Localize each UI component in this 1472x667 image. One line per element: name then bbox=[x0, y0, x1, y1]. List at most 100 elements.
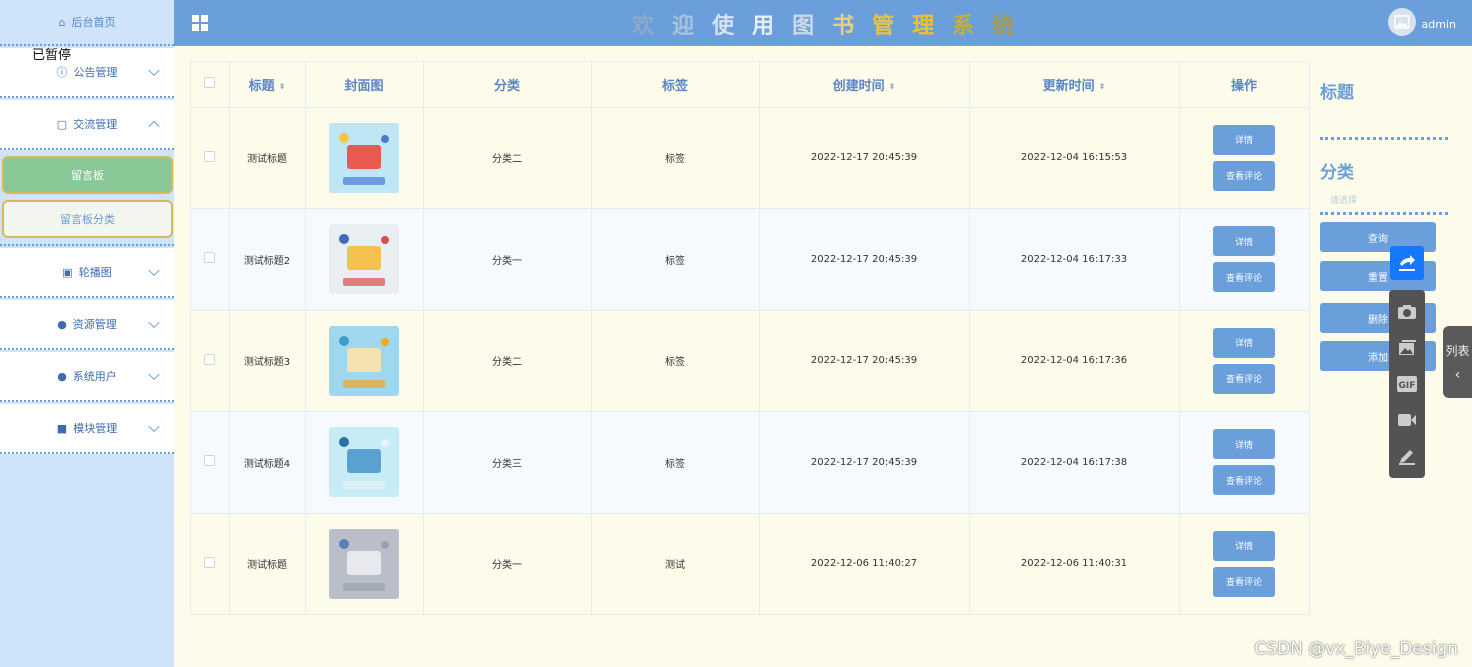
home-icon: ⌂ bbox=[58, 15, 66, 29]
chevron-down-icon bbox=[148, 264, 160, 277]
sidebar-item-label: 后台首页 bbox=[71, 16, 116, 29]
cell-updated: 2022-12-04 16:17:38 bbox=[969, 411, 1180, 514]
cell-actions: 详情 查看评论 bbox=[1179, 107, 1310, 209]
top-header: 欢迎使用图书管理系统 admin bbox=[174, 0, 1472, 46]
camera-icon[interactable] bbox=[1396, 301, 1418, 323]
chevron-left-icon: ‹ bbox=[1454, 367, 1461, 383]
row-checkbox[interactable] bbox=[191, 208, 230, 311]
title-char: 迎 bbox=[672, 14, 713, 39]
view-comments-button[interactable]: 查看评论 bbox=[1213, 262, 1275, 293]
view-comments-button[interactable]: 查看评论 bbox=[1213, 465, 1275, 496]
image-icon bbox=[1394, 15, 1410, 29]
cover-image[interactable] bbox=[329, 224, 399, 295]
detail-button[interactable]: 详情 bbox=[1213, 429, 1275, 460]
list-side-tab[interactable]: 列表 ‹ bbox=[1443, 326, 1472, 398]
table-row[interactable]: 测试标题2 分类一 标签 2022-12-17 20:45:39 2022-12-04 … bbox=[191, 208, 1310, 311]
sidebar-group-4[interactable]: ● 系统用户 bbox=[0, 352, 174, 402]
cell-category: 分类二 bbox=[423, 310, 592, 412]
cover-image[interactable] bbox=[329, 122, 399, 193]
sort-icon: ⬍ bbox=[278, 81, 286, 91]
column-header-updated[interactable]: 更新时间 ⬍ bbox=[969, 62, 1180, 108]
sidebar-group-label: 系统用户 bbox=[72, 370, 117, 383]
sidebar-group-5[interactable]: ■ 模块管理 bbox=[0, 404, 174, 454]
detail-button[interactable]: 详情 bbox=[1213, 327, 1275, 358]
gif-icon[interactable]: GIF bbox=[1396, 373, 1418, 395]
cell-actions: 详情 查看评论 bbox=[1179, 310, 1310, 412]
cell-cover bbox=[305, 411, 424, 514]
title-char: 书 bbox=[832, 14, 873, 39]
cover-image[interactable] bbox=[329, 528, 399, 599]
table-row[interactable]: 测试标题 分类一 测试 2022-12-06 11:40:27 2022-12-06 1… bbox=[191, 513, 1310, 615]
view-comments-button[interactable]: 查看评论 bbox=[1213, 363, 1275, 394]
cell-cover bbox=[305, 208, 424, 311]
menu-toggle-icon[interactable] bbox=[192, 15, 208, 31]
avatar[interactable] bbox=[1388, 8, 1416, 36]
column-header-title[interactable]: 标题 ⬍ bbox=[229, 62, 306, 108]
row-checkbox[interactable] bbox=[191, 411, 230, 514]
chevron-down-icon bbox=[148, 368, 160, 381]
message-icon: ▢ bbox=[56, 117, 68, 131]
cell-actions: 详情 查看评论 bbox=[1179, 513, 1310, 615]
paused-overlay-text: 已暂停 bbox=[32, 48, 72, 63]
share-icon[interactable] bbox=[1390, 246, 1424, 280]
sidebar-group-3[interactable]: ● 资源管理 bbox=[0, 300, 174, 350]
cover-image[interactable] bbox=[329, 427, 399, 498]
column-header-category: 分类 bbox=[423, 62, 592, 108]
column-header-created[interactable]: 创建时间 ⬍ bbox=[759, 62, 970, 108]
sidebar-subitem-0[interactable]: 留言板 bbox=[2, 156, 173, 194]
sidebar-item-home[interactable]: ⌂ 后台首页 bbox=[0, 0, 174, 46]
category-select-underline bbox=[1320, 212, 1448, 215]
cell-tag: 标签 bbox=[591, 107, 760, 209]
cell-title: 测试标题4 bbox=[229, 411, 306, 514]
table-header-row: 标题 ⬍ 封面图 分类 标签 创建时间 ⬍ 更新时间 ⬍ 操作 bbox=[191, 62, 1310, 108]
cell-tag: 标签 bbox=[591, 208, 760, 311]
view-comments-button[interactable]: 查看评论 bbox=[1213, 160, 1275, 191]
cover-image[interactable] bbox=[329, 325, 399, 396]
system-title: 欢迎使用图书管理系统 bbox=[632, 8, 1032, 40]
view-comments-button[interactable]: 查看评论 bbox=[1213, 566, 1275, 597]
watermark: CSDN @vx_Biye_Design bbox=[1254, 639, 1458, 659]
cell-actions: 详情 查看评论 bbox=[1179, 411, 1310, 514]
cell-created: 2022-12-17 20:45:39 bbox=[759, 107, 970, 209]
username[interactable]: admin bbox=[1422, 18, 1456, 31]
category-select[interactable]: 请选择 bbox=[1320, 183, 1450, 212]
cell-updated: 2022-12-04 16:17:36 bbox=[969, 310, 1180, 412]
detail-button[interactable]: 详情 bbox=[1213, 124, 1275, 155]
cell-title: 测试标题 bbox=[229, 513, 306, 615]
cell-cover bbox=[305, 513, 424, 615]
row-checkbox[interactable] bbox=[191, 107, 230, 209]
sidebar-group-2[interactable]: ▣ 轮播图 bbox=[0, 248, 174, 298]
picture-icon: ▣ bbox=[62, 265, 73, 279]
video-icon[interactable] bbox=[1396, 409, 1418, 431]
sidebar-group-label: 资源管理 bbox=[72, 318, 117, 331]
row-checkbox[interactable] bbox=[191, 310, 230, 412]
sidebar-subitem-1[interactable]: 留言板分类 bbox=[2, 200, 173, 238]
cell-title: 测试标题 bbox=[229, 107, 306, 209]
user-icon: ● bbox=[57, 369, 67, 383]
sidebar-group-label: 模块管理 bbox=[73, 422, 118, 435]
cell-tag: 标签 bbox=[591, 310, 760, 412]
cell-updated: 2022-12-06 11:40:31 bbox=[969, 513, 1180, 615]
title-filter-input[interactable] bbox=[1320, 137, 1448, 140]
sidebar-group-0[interactable]: ⓘ 公告管理 bbox=[0, 48, 174, 98]
svg-text:GIF: GIF bbox=[1399, 381, 1416, 391]
select-all-checkbox[interactable] bbox=[191, 62, 230, 108]
search-panel: 标题 分类 请选择 查询 重置 删除 添加 bbox=[1320, 66, 1450, 371]
table-row[interactable]: 测试标题 分类二 标签 2022-12-17 20:45:39 2022-12-04 1… bbox=[191, 107, 1310, 209]
sidebar-group-1[interactable]: ▢ 交流管理 bbox=[0, 100, 174, 150]
pen-icon[interactable] bbox=[1396, 445, 1418, 467]
row-checkbox[interactable] bbox=[191, 513, 230, 615]
cell-updated: 2022-12-04 16:17:33 bbox=[969, 208, 1180, 311]
detail-button[interactable]: 详情 bbox=[1213, 530, 1275, 561]
cell-title: 测试标题2 bbox=[229, 208, 306, 311]
detail-button[interactable]: 详情 bbox=[1213, 226, 1275, 257]
chevron-down-icon bbox=[148, 64, 160, 77]
title-char: 管 bbox=[872, 14, 913, 39]
table-row[interactable]: 测试标题4 分类三 标签 2022-12-17 20:45:39 2022-12-04 … bbox=[191, 411, 1310, 514]
image-copy-icon[interactable] bbox=[1396, 337, 1418, 359]
cell-created: 2022-12-17 20:45:39 bbox=[759, 310, 970, 412]
table-row[interactable]: 测试标题3 分类二 标签 2022-12-17 20:45:39 2022-12-04 … bbox=[191, 310, 1310, 412]
cell-created: 2022-12-06 11:40:27 bbox=[759, 513, 970, 615]
cell-title: 测试标题3 bbox=[229, 310, 306, 412]
column-header-cover: 封面图 bbox=[305, 62, 424, 108]
